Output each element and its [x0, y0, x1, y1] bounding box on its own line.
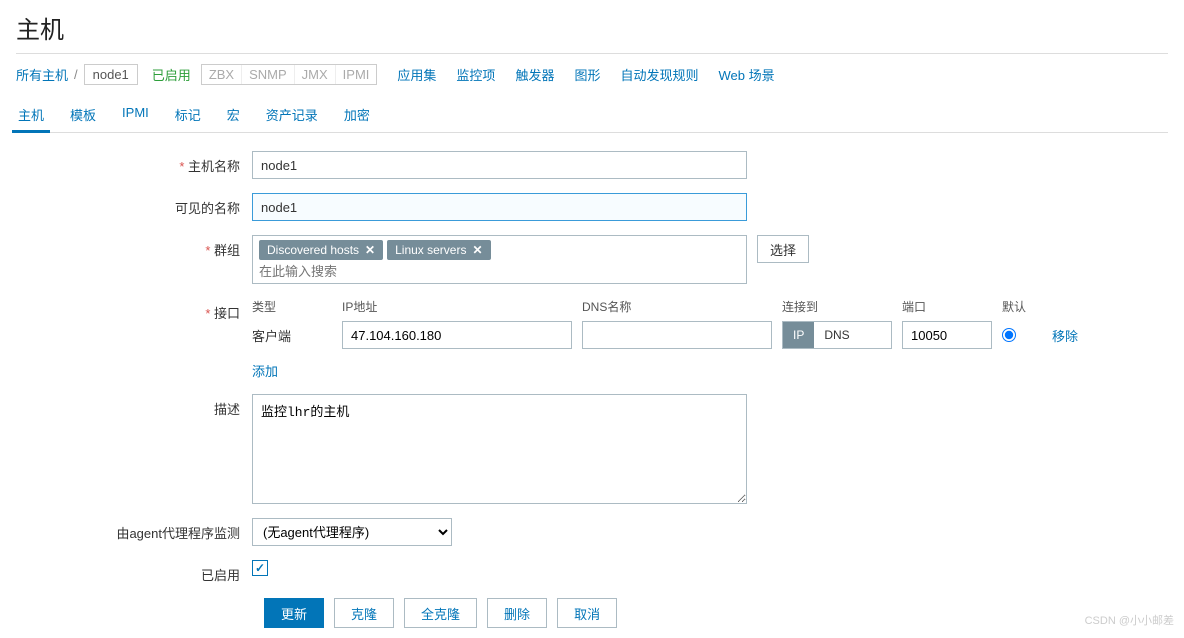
tab-macros[interactable]: 宏: [225, 99, 242, 132]
iface-type: 客户端: [252, 326, 332, 345]
label-enabled: 已启用: [32, 560, 252, 584]
label-groups: 群组: [32, 235, 252, 259]
delete-button[interactable]: 删除: [487, 598, 547, 628]
status-enabled: 已启用: [152, 65, 191, 84]
tabs: 主机 模板 IPMI 标记 宏 资产记录 加密: [16, 99, 1168, 133]
label-visible-name: 可见的名称: [32, 193, 252, 217]
group-tag: Discovered hosts ✕: [259, 240, 383, 260]
tab-tags[interactable]: 标记: [173, 99, 203, 132]
nav-applications[interactable]: 应用集: [397, 65, 436, 84]
group-search-input[interactable]: [259, 262, 740, 281]
iface-row: 客户端 IP DNS 移除: [252, 321, 1102, 349]
iface-port-input[interactable]: [902, 321, 992, 349]
group-tag: Linux servers ✕: [387, 240, 490, 260]
topbar: 所有主机 / node1 已启用 ZBX SNMP JMX IPMI 应用集 监…: [16, 64, 1168, 85]
tab-template[interactable]: 模板: [68, 99, 98, 132]
tab-host[interactable]: 主机: [16, 99, 46, 132]
action-buttons: 更新 克隆 全克隆 删除 取消: [264, 598, 1168, 628]
group-tag-label: Discovered hosts: [267, 243, 359, 257]
select-groups-button[interactable]: 选择: [757, 235, 809, 263]
iface-header: 类型 IP地址 DNS名称 连接到 端口 默认: [252, 298, 1102, 315]
tab-ipmi[interactable]: IPMI: [120, 99, 151, 132]
description-textarea[interactable]: 监控lhr的主机: [252, 394, 747, 504]
nav-discovery[interactable]: 自动发现规则: [620, 65, 698, 84]
proto-jmx: JMX: [295, 65, 336, 84]
iface-remove-link[interactable]: 移除: [1052, 326, 1102, 345]
iface-add-link[interactable]: 添加: [252, 361, 1102, 380]
iface-col-default: 默认: [1002, 298, 1042, 315]
update-button[interactable]: 更新: [264, 598, 324, 628]
visible-name-input[interactable]: [252, 193, 747, 221]
iface-col-connect: 连接到: [782, 298, 892, 315]
hostname-input[interactable]: [252, 151, 747, 179]
label-description: 描述: [32, 394, 252, 418]
remove-tag-icon[interactable]: ✕: [472, 243, 482, 257]
breadcrumb-all-hosts[interactable]: 所有主机: [16, 65, 68, 84]
iface-default-radio[interactable]: [1002, 328, 1016, 342]
nav-graphs[interactable]: 图形: [574, 65, 600, 84]
nav-items[interactable]: 监控项: [456, 65, 495, 84]
page-title: 主机: [16, 10, 1168, 45]
enabled-checkbox[interactable]: [252, 560, 268, 576]
watermark: CSDN @小小邮差: [1085, 612, 1174, 628]
iface-col-ip: IP地址: [342, 298, 572, 315]
divider: [16, 53, 1168, 54]
label-proxy: 由agent代理程序监测: [32, 518, 252, 542]
toggle-dns[interactable]: DNS: [814, 322, 859, 348]
proto-snmp: SNMP: [242, 65, 295, 84]
breadcrumb-node: node1: [84, 64, 138, 85]
proto-ipmi: IPMI: [336, 65, 377, 84]
iface-connect-toggle[interactable]: IP DNS: [782, 321, 892, 349]
clone-button[interactable]: 克隆: [334, 598, 394, 628]
iface-col-type: 类型: [252, 298, 332, 315]
tab-encryption[interactable]: 加密: [342, 99, 372, 132]
nav-web[interactable]: Web 场景: [718, 65, 774, 84]
protocol-group: ZBX SNMP JMX IPMI: [201, 64, 378, 85]
iface-dns-input[interactable]: [582, 321, 772, 349]
groups-tagbox[interactable]: Discovered hosts ✕ Linux servers ✕: [252, 235, 747, 284]
label-hostname: 主机名称: [32, 151, 252, 175]
proto-zbx: ZBX: [202, 65, 242, 84]
iface-ip-input[interactable]: [342, 321, 572, 349]
proxy-select[interactable]: (无agent代理程序): [252, 518, 452, 546]
tab-inventory[interactable]: 资产记录: [264, 99, 320, 132]
breadcrumb-sep: /: [74, 67, 78, 82]
iface-col-port: 端口: [902, 298, 992, 315]
group-tag-label: Linux servers: [395, 243, 466, 257]
iface-col-dns: DNS名称: [582, 298, 772, 315]
toggle-ip[interactable]: IP: [783, 322, 814, 348]
nav-triggers[interactable]: 触发器: [515, 65, 554, 84]
full-clone-button[interactable]: 全克隆: [404, 598, 477, 628]
remove-tag-icon[interactable]: ✕: [365, 243, 375, 257]
label-interfaces: 接口: [32, 298, 252, 322]
cancel-button[interactable]: 取消: [557, 598, 617, 628]
form: 主机名称 可见的名称 群组 Discovered hosts ✕: [16, 151, 1168, 628]
